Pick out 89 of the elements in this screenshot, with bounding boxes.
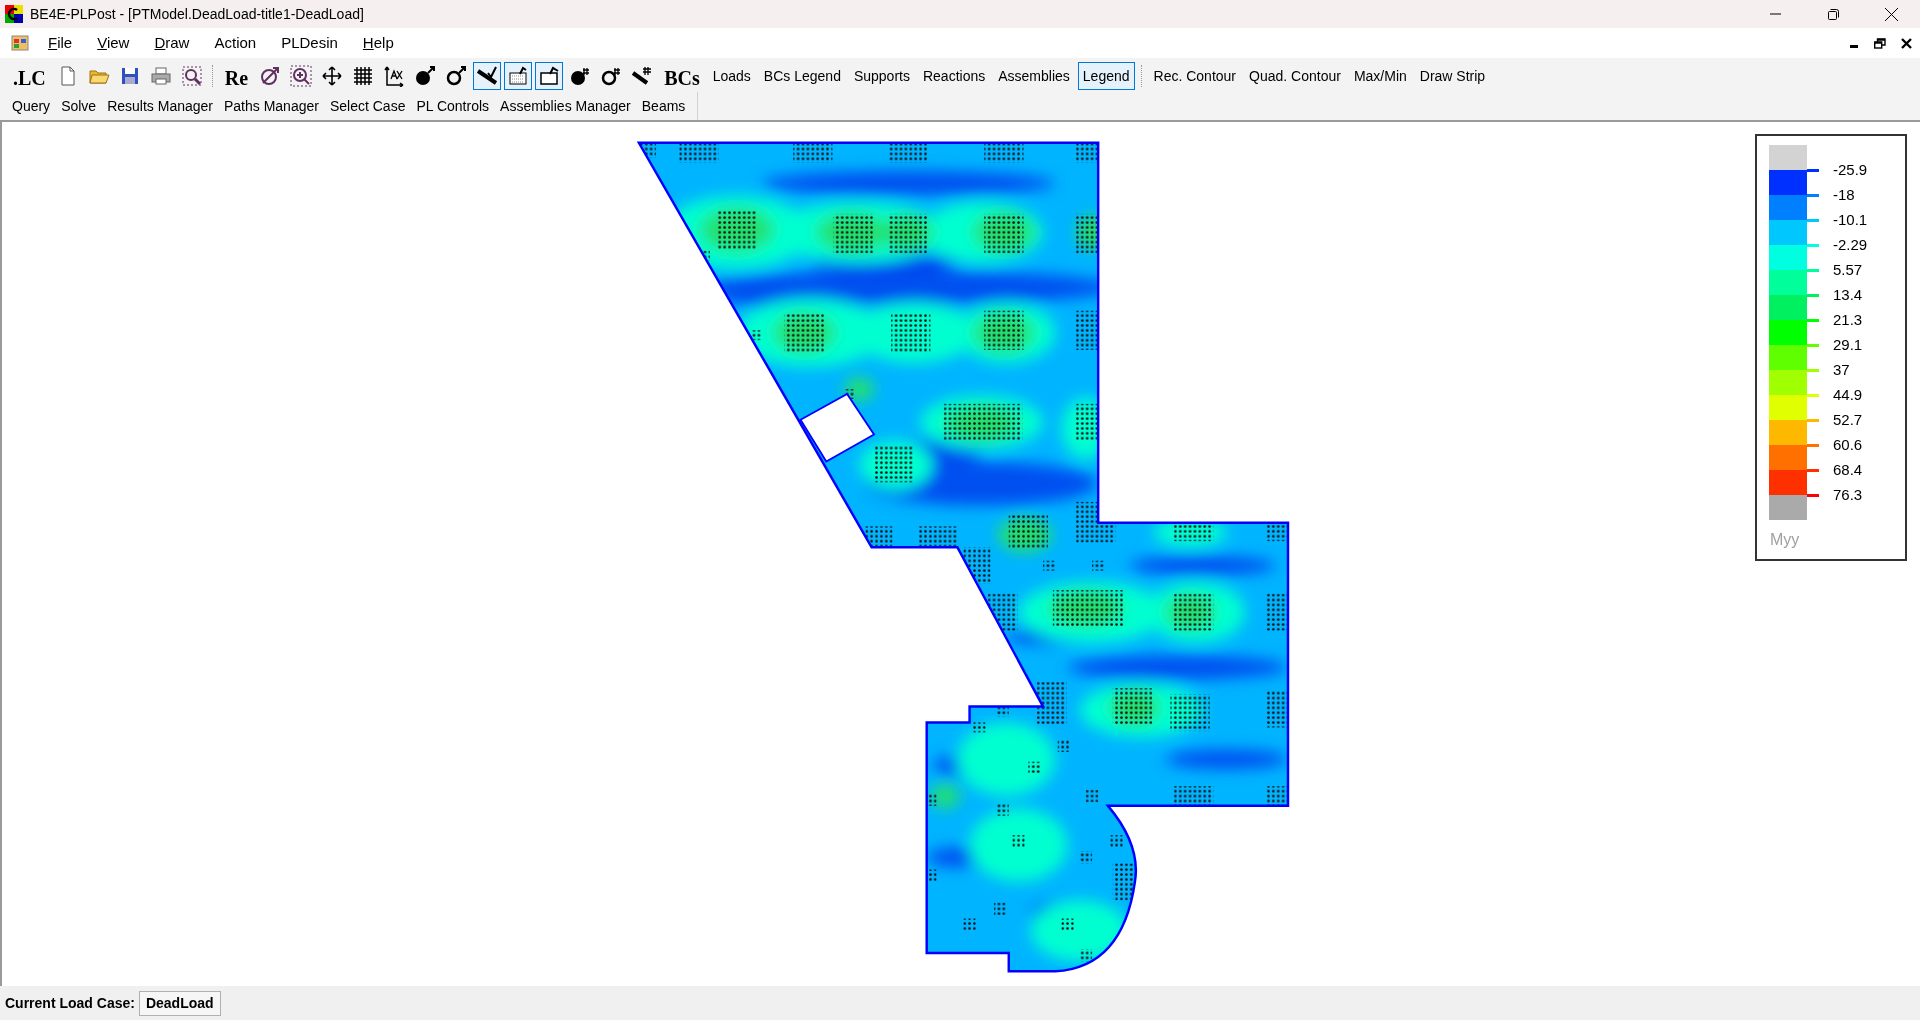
toolbar-button[interactable] bbox=[504, 62, 533, 90]
color-band bbox=[1769, 170, 1807, 195]
document-icon[interactable] bbox=[11, 35, 29, 51]
legend-label: 37 bbox=[1833, 360, 1850, 380]
drawing-canvas[interactable]: -25.9 -18 -10.1 -2.29 5.57 13.4 21.3 29.1 37 44.9 52.7 60.6 68.4 76.3 Myy bbox=[0, 120, 1920, 986]
color-band bbox=[1769, 145, 1807, 170]
legend-label: 13.4 bbox=[1833, 285, 1863, 305]
toolbar-button[interactable]: Loads bbox=[707, 62, 756, 90]
toolbar-button[interactable]: Assemblies Manager bbox=[496, 93, 635, 119]
toolbar-button[interactable]: .LC bbox=[8, 62, 51, 90]
menu-item[interactable]: PLDesin bbox=[270, 31, 349, 55]
legend-label: -2.29 bbox=[1833, 235, 1868, 255]
strip-hash-icon bbox=[631, 65, 654, 87]
mdi-restore-button[interactable] bbox=[1872, 35, 1888, 51]
toolbar-button[interactable]: Draw Strip bbox=[1414, 62, 1491, 90]
toolbar-button[interactable]: Max/Min bbox=[1348, 62, 1412, 90]
strip-icon bbox=[476, 65, 499, 87]
filled-ball-hash-icon bbox=[569, 65, 592, 87]
load-case-value: DeadLoad bbox=[138, 990, 221, 1016]
filled-ball-icon bbox=[414, 65, 437, 87]
window-title: BE4E-PLPost - [PTModel.DeadLoad-title1-DeadLoad] bbox=[30, 4, 364, 24]
print-icon bbox=[149, 65, 172, 87]
legend-label: -18 bbox=[1833, 185, 1855, 205]
toolbar-button[interactable]: BCs Legend bbox=[758, 62, 846, 90]
toolbar-button[interactable]: Supports bbox=[848, 62, 915, 90]
hollow-ball-icon bbox=[445, 65, 468, 87]
color-band bbox=[1769, 270, 1807, 295]
toolbar-button[interactable]: Rec. Contour bbox=[1148, 62, 1242, 90]
keyboard-icon bbox=[507, 65, 530, 87]
minimize-icon bbox=[1850, 45, 1858, 48]
legend-label: 5.57 bbox=[1833, 260, 1863, 280]
minimize-icon bbox=[1769, 13, 1781, 15]
menu-item[interactable]: Action bbox=[203, 31, 268, 55]
grid-icon bbox=[352, 65, 375, 87]
hollow-ball-hash-icon bbox=[600, 65, 623, 87]
zoom-extents-icon bbox=[259, 65, 282, 87]
toolbar-button[interactable] bbox=[535, 62, 564, 90]
color-band bbox=[1769, 345, 1807, 370]
color-band bbox=[1769, 470, 1807, 495]
color-band bbox=[1769, 495, 1807, 520]
legend-label: -10.1 bbox=[1833, 210, 1868, 230]
zoom-window-icon bbox=[180, 65, 203, 87]
color-band bbox=[1769, 370, 1807, 395]
legend-label: 76.3 bbox=[1833, 485, 1863, 505]
toolbar-button[interactable]: BCs bbox=[659, 62, 705, 90]
menu-item[interactable]: Draw bbox=[143, 31, 201, 55]
mdi-close-button[interactable] bbox=[1898, 35, 1914, 51]
legend-title: Myy bbox=[1770, 530, 1801, 550]
color-band bbox=[1769, 395, 1807, 420]
toolbar-button[interactable]: Reactions bbox=[917, 62, 991, 90]
toolbar-button[interactable]: Beams bbox=[637, 93, 690, 119]
color-band bbox=[1769, 295, 1807, 320]
toolbar-button[interactable]: PL Controls bbox=[412, 93, 494, 119]
status-label: Current Load Case: bbox=[5, 993, 135, 1013]
restore-icon bbox=[1827, 8, 1839, 20]
close-icon bbox=[1900, 37, 1912, 49]
pan-icon bbox=[321, 65, 344, 87]
restore-icon bbox=[1874, 37, 1886, 49]
color-band bbox=[1769, 245, 1807, 270]
legend-label: -25.9 bbox=[1833, 160, 1868, 180]
app-icon bbox=[4, 4, 24, 24]
color-band bbox=[1769, 420, 1807, 445]
toolbar-button[interactable]: Assemblies bbox=[993, 62, 1075, 90]
menu-item[interactable]: File bbox=[37, 31, 84, 55]
legend-label: 21.3 bbox=[1833, 310, 1863, 330]
color-band bbox=[1769, 445, 1807, 470]
legend-label: 60.6 bbox=[1833, 435, 1863, 455]
box-check-icon bbox=[538, 65, 561, 87]
legend-label: 44.9 bbox=[1833, 385, 1863, 405]
toolbar-button[interactable]: Solve bbox=[57, 93, 101, 119]
menu-item[interactable]: Help bbox=[351, 31, 405, 55]
axis-icon bbox=[383, 65, 406, 87]
toolbar-button[interactable]: Quad. Contour bbox=[1244, 62, 1346, 90]
toolbar-button[interactable]: Query bbox=[8, 93, 55, 119]
legend-label: 52.7 bbox=[1833, 410, 1863, 430]
toolbar-button[interactable]: Results Manager bbox=[103, 93, 217, 119]
toolbar-button[interactable]: Paths Manager bbox=[220, 93, 323, 119]
toolbar-button[interactable]: Select Case bbox=[325, 93, 410, 119]
color-band bbox=[1769, 195, 1807, 220]
zoom-in-icon bbox=[290, 65, 313, 87]
legend-label: 68.4 bbox=[1833, 460, 1863, 480]
toolbar-button[interactable] bbox=[473, 62, 502, 90]
color-band bbox=[1769, 320, 1807, 345]
menu-item[interactable]: View bbox=[86, 31, 141, 55]
toolbar-button[interactable]: Legend bbox=[1077, 62, 1135, 90]
toolbar-button[interactable]: Re bbox=[219, 62, 254, 90]
close-icon bbox=[1884, 7, 1898, 21]
legend-label: 29.1 bbox=[1833, 335, 1863, 355]
color-band bbox=[1769, 220, 1807, 245]
